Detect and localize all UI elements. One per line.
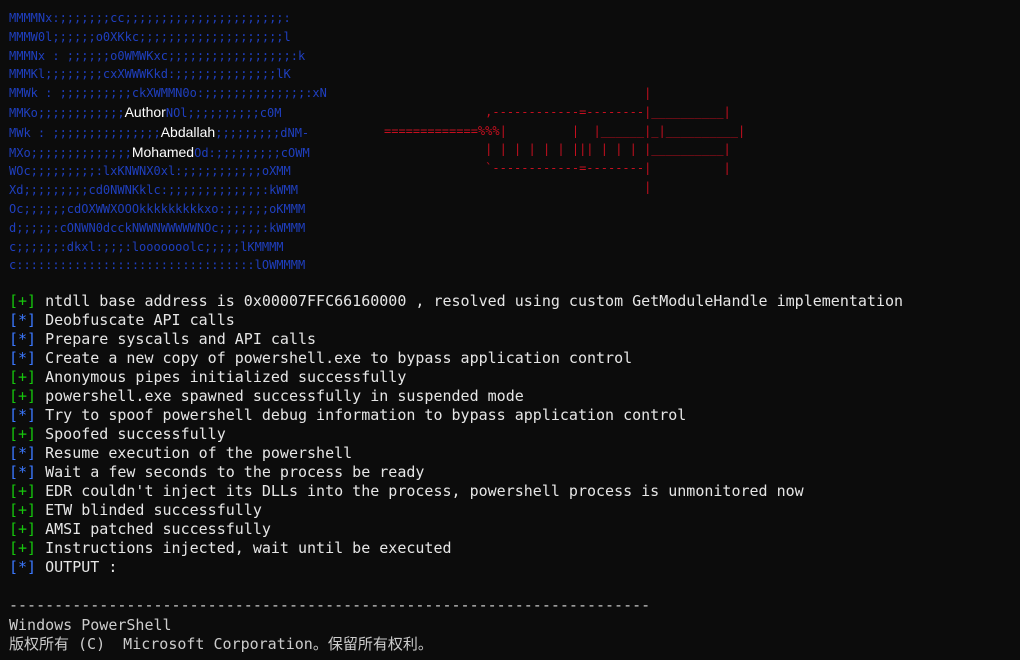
info-marker: [*] — [9, 463, 37, 481]
banner-line: MWk : ;;;;;;;;;;;;;;; — [9, 125, 161, 140]
success-marker: [+] — [9, 539, 37, 557]
banner-line: Oc;;;;;;cdOXWWXOOOkkkkkkkkkxo:;;;;;;oKMM… — [9, 201, 306, 216]
log-message: Try to spoof powershell debug informatio… — [45, 406, 687, 424]
success-marker: [+] — [9, 520, 37, 538]
log-message: Prepare syscalls and API calls — [45, 330, 317, 348]
powershell-copyright: 版权所有 (C) Microsoft Corporation。保留所有权利。 — [9, 635, 433, 653]
info-marker: [*] — [9, 330, 37, 348]
log-message: Deobfuscate API calls — [45, 311, 235, 329]
banner-line: c;;;;;;:dkxl:;;;:looooooolc;;;;;lKMMMM — [9, 239, 284, 254]
syringe-line: `------------=--------| | — [384, 161, 731, 176]
log-line: [+] EDR couldn't inject its DLLs into th… — [9, 482, 903, 501]
log-message: Anonymous pipes initialized successfully — [45, 368, 407, 386]
log-line: [*] Create a new copy of powershell.exe … — [9, 349, 903, 368]
banner-line: d;;;;;:cONWN0dcckNWWNWWWWWNOc;;;;;;:kWMM… — [9, 220, 306, 235]
banner-line: MMKo;;;;;;;;;;;; — [9, 105, 125, 120]
banner-line: Xd;;;;;;;;;cd0NWNKklc:;;;;;;;;;;;;;:kWMM — [9, 183, 298, 198]
status-log: [+] ntdll base address is 0x00007FFC6616… — [9, 292, 903, 577]
syringe-line: ,------------=--------|__________| — [384, 104, 731, 119]
success-marker: [+] — [9, 501, 37, 519]
author-label: Author — [124, 103, 166, 120]
powershell-output: Windows PowerShell 版权所有 (C) Microsoft Co… — [9, 616, 433, 654]
success-marker: [+] — [9, 292, 37, 310]
banner-line: WOc;;;;;;;;;:lxKNWNX0xl:;;;;;;;;;;;oXMM — [9, 164, 291, 179]
banner-line: MMWk : ;;;;;;;;;;ckXWMMN0o:;;;;;;;;;;;;;… — [9, 86, 327, 101]
log-line: [*] Wait a few seconds to the process be… — [9, 463, 903, 482]
log-line: [*] Prepare syscalls and API calls — [9, 330, 903, 349]
success-marker: [+] — [9, 368, 37, 386]
info-marker: [*] — [9, 311, 37, 329]
log-message: ntdll base address is 0x00007FFC66160000… — [45, 292, 904, 310]
log-message: ETW blinded successfully — [45, 501, 262, 519]
log-message: Wait a few seconds to the process be rea… — [45, 463, 425, 481]
log-message: EDR couldn't inject its DLLs into the pr… — [45, 482, 804, 500]
banner-line: MMMW0l;;;;;;o0XKkc;;;;;;;;;;;;;;;;;;;;l — [9, 29, 291, 44]
log-line: [+] powershell.exe spawned successfully … — [9, 387, 903, 406]
log-line: [*] OUTPUT : — [9, 558, 903, 577]
success-marker: [+] — [9, 387, 37, 405]
log-line: [+] ntdll base address is 0x00007FFC6616… — [9, 292, 903, 311]
banner-line: MMMKl;;;;;;;;cxXWWWKkd:;;;;;;;;;;;;;;lK — [9, 67, 291, 82]
syringe-line: | | | | | | ||| | | | |__________| — [384, 142, 731, 157]
log-message: powershell.exe spawned successfully in s… — [45, 387, 524, 405]
log-line: [+] ETW blinded successfully — [9, 501, 903, 520]
author-last-name: Mohamed — [131, 143, 195, 160]
author-first-name: Abdallah — [160, 123, 216, 140]
syringe-line: | — [384, 179, 652, 194]
ascii-syringe-banner: | ,------------=--------|__________| ===… — [384, 84, 745, 197]
log-message: Instructions injected, wait until be exe… — [45, 539, 452, 557]
log-message: AMSI patched successfully — [45, 520, 271, 538]
banner-line: MMMNx : ;;;;;;o0WMWKxc;;;;;;;;;;;;;;;;;:… — [9, 48, 306, 63]
banner-line: c:::::::::::::::::::::::::::::::::lOWMMM… — [9, 258, 306, 273]
log-line: [*] Try to spoof powershell debug inform… — [9, 406, 903, 425]
log-line: [+] Instructions injected, wait until be… — [9, 539, 903, 558]
log-line: [+] Anonymous pipes initialized successf… — [9, 368, 903, 387]
syringe-line: | — [384, 86, 652, 100]
log-line: [+] Spoofed successfully — [9, 425, 903, 444]
log-message: OUTPUT : — [45, 558, 118, 576]
powershell-title: Windows PowerShell — [9, 616, 172, 634]
log-message: Create a new copy of powershell.exe to b… — [45, 349, 633, 367]
banner-line-tail: NOl;;;;;;;;;;c0M — [165, 105, 282, 120]
info-marker: [*] — [9, 444, 37, 462]
banner-line-tail: Od:;;;;;;;;;cOWM — [194, 145, 310, 160]
log-line: [*] Resume execution of the powershell — [9, 444, 903, 463]
banner-line: MMMMNx:;;;;;;;cc;;;;;;;;;;;;;;;;;;;;;;: — [9, 11, 291, 25]
output-separator: ----------------------------------------… — [9, 596, 651, 614]
log-message: Resume execution of the powershell — [45, 444, 353, 462]
banner-line-tail: ;;;;;;;;;dNM- — [215, 125, 310, 140]
log-line: [+] AMSI patched successfully — [9, 520, 903, 539]
success-marker: [+] — [9, 482, 37, 500]
log-message: Spoofed successfully — [45, 425, 226, 443]
banner-line: MXo;;;;;;;;;;;;;; — [9, 145, 132, 160]
info-marker: [*] — [9, 406, 37, 424]
log-line: [*] Deobfuscate API calls — [9, 311, 903, 330]
info-marker: [*] — [9, 558, 37, 576]
ascii-banner-left: MMMMNx:;;;;;;;cc;;;;;;;;;;;;;;;;;;;;;;: … — [9, 9, 327, 275]
success-marker: [+] — [9, 425, 37, 443]
syringe-line: =============%%%| | |______|_|__________… — [384, 123, 746, 138]
info-marker: [*] — [9, 349, 37, 367]
